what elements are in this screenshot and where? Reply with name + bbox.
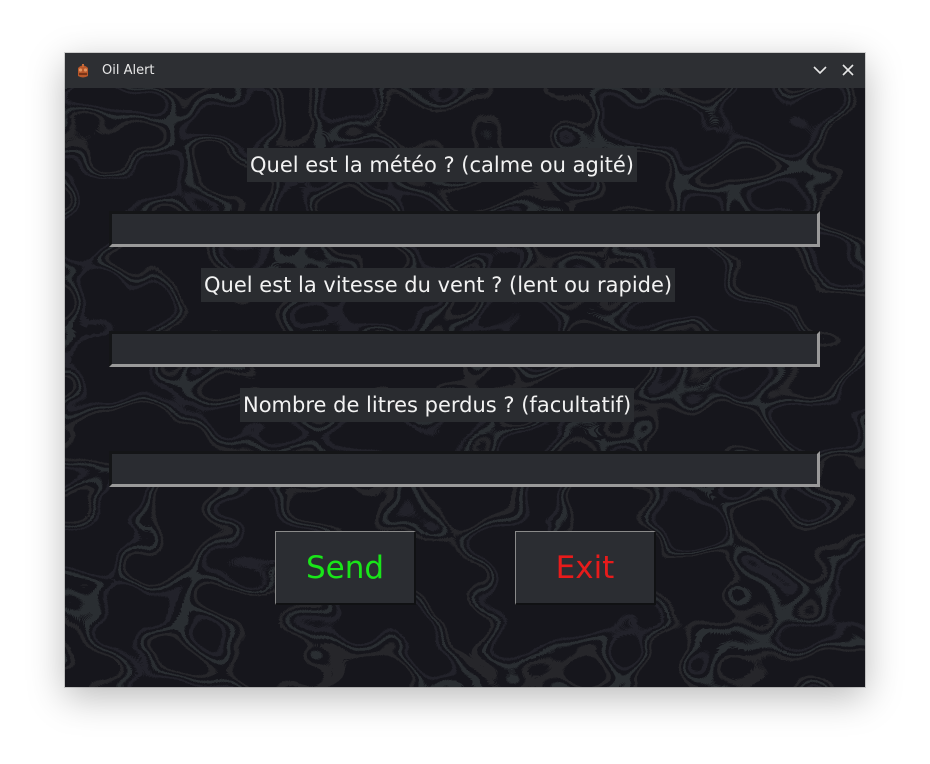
- send-button[interactable]: Send: [275, 531, 416, 605]
- window-title: Oil Alert: [102, 63, 155, 78]
- weather-label: Quel est la météo ? (calme ou agité): [247, 148, 637, 182]
- app-window: Oil Alert Quel est la météo ? (calme ou …: [65, 53, 865, 687]
- exit-button-label: Exit: [555, 549, 615, 586]
- close-icon[interactable]: [837, 59, 859, 81]
- wind-speed-input[interactable]: [109, 331, 820, 367]
- wind-speed-label: Quel est la vitesse du vent ? (lent ou r…: [201, 268, 676, 302]
- chevron-down-icon[interactable]: [809, 59, 831, 81]
- liters-lost-input[interactable]: [109, 451, 820, 487]
- title-bar[interactable]: Oil Alert: [65, 53, 865, 88]
- exit-button[interactable]: Exit: [515, 531, 656, 605]
- main-content: Quel est la météo ? (calme ou agité) Que…: [65, 88, 865, 687]
- liters-lost-label: Nombre de litres perdus ? (facultatif): [240, 388, 635, 422]
- weather-input[interactable]: [109, 211, 820, 247]
- oil-barrel-icon: [78, 64, 88, 78]
- send-button-label: Send: [305, 549, 385, 586]
